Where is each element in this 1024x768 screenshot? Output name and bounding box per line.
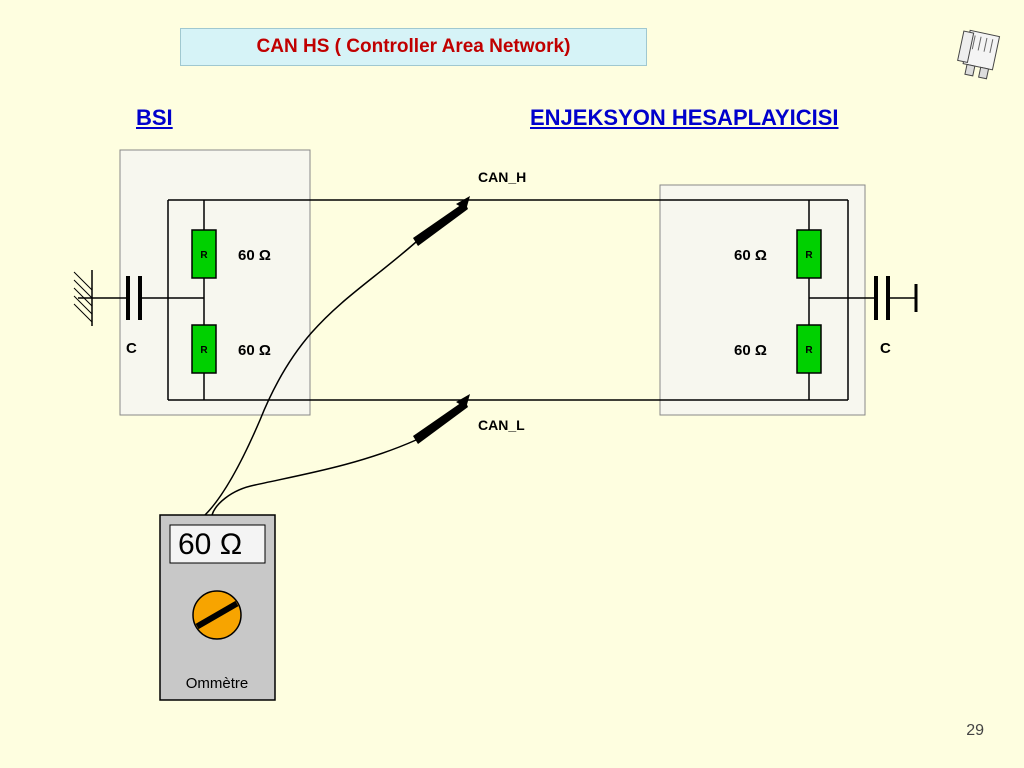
can-l-label: CAN_L — [478, 417, 525, 433]
left-bottom-ohm: 60 Ω — [238, 342, 271, 359]
ground-symbol-left — [74, 270, 108, 326]
left-top-ohm: 60 Ω — [238, 247, 271, 264]
meter-reading: 60 Ω — [178, 528, 242, 561]
svg-text:R: R — [200, 250, 208, 261]
probe-wire-l — [212, 440, 416, 515]
capacitor-left-label: C — [126, 340, 137, 357]
can-bus-diagram: C R R 60 Ω 60 Ω CAN_H CAN_L R R 60 — [0, 0, 1024, 768]
meter-label: Ommètre — [186, 675, 249, 692]
probe-arrow-can-h — [413, 196, 470, 246]
right-bottom-ohm: 60 Ω — [734, 342, 767, 359]
injection-module-box — [660, 185, 865, 415]
svg-text:R: R — [805, 345, 813, 356]
capacitor-right-label: C — [880, 340, 891, 357]
probe-arrow-can-l — [413, 394, 470, 444]
svg-text:R: R — [805, 250, 813, 261]
can-h-label: CAN_H — [478, 169, 526, 185]
right-top-ohm: 60 Ω — [734, 247, 767, 264]
svg-text:R: R — [200, 345, 208, 356]
ohmmeter: 60 Ω Ommètre — [160, 515, 275, 700]
